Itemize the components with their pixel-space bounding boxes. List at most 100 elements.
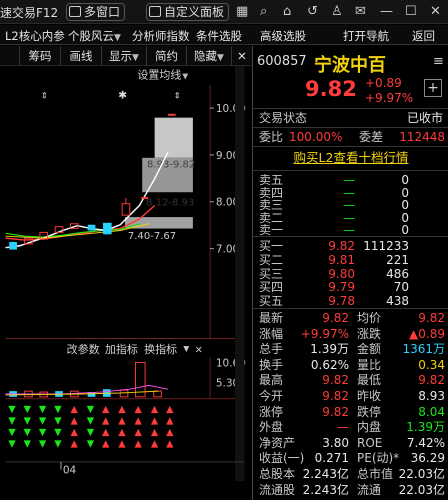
nav-advanced-select[interactable]: 高级选股 [260,28,306,44]
stats-row: 净资产 3.80 ROE 7.42% [253,435,448,451]
window-icon [69,6,81,17]
chevron-down-icon: ▼ [182,71,188,80]
svg-text:▼: ▼ [54,404,62,415]
nav-condition-select[interactable]: 条件选股 [196,28,242,44]
stat-label: 最高 [259,373,284,388]
svg-text:▲: ▲ [70,427,78,438]
svg-text:▲: ▲ [151,416,159,427]
svg-text:▲: ▲ [118,404,126,415]
fast-trade-label[interactable]: 速交易F12 [0,4,58,21]
price-candle [168,113,176,116]
price-candle [9,241,17,250]
stat-value: +9.97% [300,326,349,341]
home-icon[interactable]: ⌂ [283,5,291,19]
skin-icon[interactable]: ♙ [331,5,343,19]
prev-tool-button[interactable] [0,46,20,66]
chips-button[interactable]: 筹码 [20,46,61,66]
stat-label: 最低 [357,373,382,388]
svg-text:▲: ▲ [166,404,174,415]
nav-back[interactable]: 返回 [412,28,435,44]
event-marker-icon[interactable]: ⇕ [41,92,48,102]
add-watchlist-button[interactable]: + [424,79,442,97]
kline-chart[interactable]: 设置均线 ▼ ⇕ ✱ ⇕ 10.00 9.00 8.00 7.00 8.93-9… [0,66,250,481]
stat-label: 涨跌 [357,326,382,341]
stat-label: 金额 [357,342,382,357]
stock-code: 600857 [257,54,307,69]
stock-name: 宁波中百 [314,55,386,76]
buy-order-volume: 438 [386,294,409,309]
nav-analyst-index[interactable]: 分析师指数 [132,28,190,44]
svg-text:▲: ▲ [102,439,110,450]
svg-text:▼: ▼ [54,416,62,427]
chart-toolbar: 筹码 画线 显示▼ 简约 隐藏▼ ✕ [0,46,252,66]
simple-button[interactable]: 简约 [147,46,187,66]
svg-text:▼: ▼ [87,439,95,450]
grid-icon[interactable]: ▦ [236,5,248,19]
stat-value: — [337,420,349,435]
change-indicator-button[interactable]: 换指标 [144,342,177,356]
svg-text:▲: ▲ [70,439,78,450]
chart-scrollbar[interactable] [234,66,245,481]
l2-purchase-link[interactable]: 购买L2查看十档行情 [253,150,448,166]
add-indicator-button[interactable]: 加指标 [105,342,138,356]
stat-label: 内盘 [357,420,382,435]
svg-text:▼: ▼ [8,427,16,438]
trading-status-label: 交易状态 [259,111,308,125]
range-box-upper[interactable] [154,117,193,158]
close-icon[interactable]: ✕ [430,5,441,19]
svg-text:▲: ▲ [135,439,143,450]
nav-stock-news[interactable]: 个股风云▼ [68,28,121,44]
svg-text:▼: ▼ [39,427,47,438]
buy-order-row[interactable]: 买五 9.78 438 [253,293,448,309]
svg-text:▲: ▲ [102,416,110,427]
stats-row: 最新 9.82 均价 9.82 [253,310,448,326]
svg-text:▼: ▼ [24,404,32,415]
display-button[interactable]: 显示▼ [102,46,147,66]
stat-value: ▲0.89 [409,326,445,341]
edit-params-button[interactable]: 改参数 [67,342,100,356]
mail-icon[interactable]: ✉ [355,5,366,19]
ma-settings-label[interactable]: 设置均线 [137,67,181,81]
order-diff-label: 委差 [359,130,384,144]
nav-open-navigation[interactable]: 打开导航 [343,28,389,44]
multiwindow-button[interactable]: 多窗口 [66,3,126,21]
l2-purchase-label: 购买L2查看十档行情 [293,150,409,165]
stat-label: ROE [357,435,383,450]
svg-text:▼: ▼ [8,404,16,415]
close-icon[interactable]: ✕ [232,46,252,66]
stat-value: 0.34 [418,357,445,372]
svg-text:▼: ▼ [54,439,62,450]
buy-order-level-label: 买五 [259,294,284,309]
svg-text:▲: ▲ [151,439,159,450]
stats-row: 外盘 — 内盘 1.39万 [253,419,448,435]
custom-panel-button[interactable]: 自定义面板 [146,3,230,21]
hide-button[interactable]: 隐藏▼ [187,46,232,66]
order-diff-value: 112448 [399,130,445,144]
top-toolbar: 速交易F12 多窗口 自定义面板 ▦ ⌕ ⌂ ↺ ♙ ✉ — ☐ ✕ [0,0,448,24]
back-icon[interactable]: ↺ [307,5,318,19]
nav-stock-news-label: 个股风云 [68,29,114,43]
stats-row: 涨幅 +9.97% 涨跌 ▲0.89 [253,326,448,342]
stat-label: 外盘 [259,420,284,435]
stat-label: 今开 [259,389,284,403]
stat-value: 3.80 [322,435,349,450]
nav-l2-core[interactable]: L2核心内参 [5,28,65,44]
stat-value: 9.82 [322,389,349,403]
nav-bar: L2核心内参 个股风云▼ 分析师指数 条件选股 高级选股 打开导航 返回 [0,25,448,45]
minimize-icon[interactable]: — [380,5,393,19]
search-icon[interactable]: ⌕ [260,5,267,19]
svg-text:▲: ▲ [102,427,110,438]
menu-icon[interactable]: ≡ [433,54,444,69]
stat-label: 涨停 [259,404,284,419]
svg-text:▼: ▼ [87,404,95,415]
svg-text:▼: ▼ [39,404,47,415]
close-icon[interactable]: ✕ [195,345,203,356]
event-marker-icon[interactable]: ⇕ [174,92,181,102]
stat-value: 9.82 [322,311,349,325]
svg-text:▲: ▲ [166,427,174,438]
chevron-down-icon: ▼ [132,53,139,63]
range-label-upper: 8.93-9.82 [147,159,195,170]
maximize-icon[interactable]: ☐ [405,5,417,19]
event-marker-icon[interactable]: ✱ [118,90,127,102]
draw-line-button[interactable]: 画线 [61,46,102,66]
